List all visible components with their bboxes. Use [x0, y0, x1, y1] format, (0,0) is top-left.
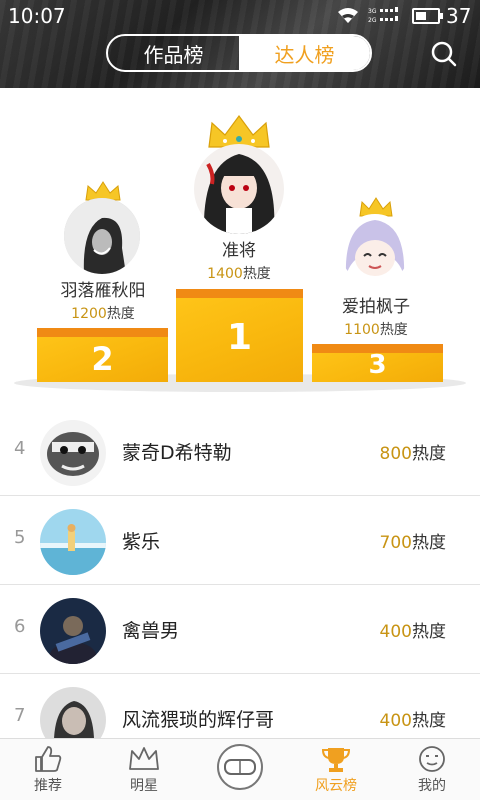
user-name: 蒙奇D希特勒 — [122, 442, 232, 464]
podium-block-2: 2 — [37, 328, 168, 382]
user-name: 风流猥琐的辉仔哥 — [122, 709, 275, 731]
battery-icon — [412, 8, 443, 24]
tab-works-ranking[interactable]: 作品榜 — [108, 36, 239, 70]
podium: 羽落雁秋阳 1200热度 2 准将 1400热度 1 爱拍枫子 1100热度 3 — [0, 88, 480, 400]
avatar[interactable] — [64, 198, 140, 274]
podium-heat-rank-1: 1400热度 — [207, 266, 271, 282]
thumbs-up-icon — [35, 746, 62, 772]
bottom-nav: 推荐 明星 风云榜 我的 — [0, 738, 480, 800]
heat-score: 400热度 — [379, 622, 446, 642]
list-item[interactable]: 6 禽兽男 400热度 — [0, 586, 480, 674]
status-bar: 10:07 3G 2G 37 — [0, 0, 480, 32]
crown-icon — [129, 747, 159, 770]
podium-rank-2: 2 — [91, 340, 114, 378]
nav-leaderboard[interactable]: 风云榜 — [288, 739, 384, 800]
nav-mine[interactable]: 我的 — [384, 739, 480, 800]
rank-number: 4 — [14, 438, 26, 459]
podium-heat-rank-2: 1200热度 — [71, 306, 135, 322]
battery-level: 37 — [446, 4, 472, 28]
podium-block-1: 1 — [176, 289, 303, 382]
user-name: 紫乐 — [122, 531, 161, 553]
status-time: 10:07 — [8, 4, 66, 28]
heat-score: 400热度 — [379, 711, 446, 731]
heat-score: 700热度 — [379, 533, 446, 553]
nav-label: 风云榜 — [315, 778, 357, 794]
nav-vr[interactable] — [192, 739, 288, 800]
podium-name-rank-3[interactable]: 爱拍枫子 — [312, 292, 440, 317]
wifi-icon — [336, 6, 360, 28]
svg-text:2G: 2G — [368, 17, 377, 24]
avatar[interactable] — [340, 214, 410, 284]
svg-text:3G: 3G — [368, 8, 377, 15]
podium-block-3: 3 — [312, 344, 443, 382]
face-icon — [419, 746, 445, 772]
podium-rank-1: 1 — [226, 317, 253, 358]
list-item[interactable]: 4 蒙奇D希特勒 800热度 — [0, 408, 480, 496]
avatar[interactable] — [40, 420, 106, 486]
rank-number: 7 — [14, 705, 26, 726]
rank-number: 5 — [14, 527, 26, 548]
nav-recommend[interactable]: 推荐 — [0, 739, 96, 800]
ranking-type-switch: 作品榜 达人榜 — [106, 34, 372, 72]
podium-name-rank-2[interactable]: 羽落雁秋阳 — [40, 276, 166, 301]
vr-goggles-icon — [217, 744, 263, 790]
nav-stars[interactable]: 明星 — [96, 739, 192, 800]
signal-icon: 3G 2G — [368, 6, 404, 28]
avatar[interactable] — [194, 144, 284, 234]
avatar[interactable] — [40, 509, 106, 575]
avatar[interactable] — [40, 598, 106, 664]
user-name: 禽兽男 — [122, 620, 180, 642]
nav-label: 推荐 — [34, 778, 62, 794]
list-item[interactable]: 5 紫乐 700热度 — [0, 497, 480, 585]
rank-number: 6 — [14, 616, 26, 637]
search-icon[interactable] — [430, 40, 458, 72]
tab-talent-ranking[interactable]: 达人榜 — [239, 36, 370, 70]
podium-rank-3: 3 — [368, 350, 387, 380]
nav-label: 我的 — [418, 778, 446, 794]
trophy-icon — [321, 748, 351, 772]
nav-label: 明星 — [130, 778, 158, 794]
podium-name-rank-1[interactable]: 准将 — [176, 236, 302, 261]
heat-score: 800热度 — [379, 444, 446, 464]
podium-heat-rank-3: 1100热度 — [344, 322, 408, 338]
